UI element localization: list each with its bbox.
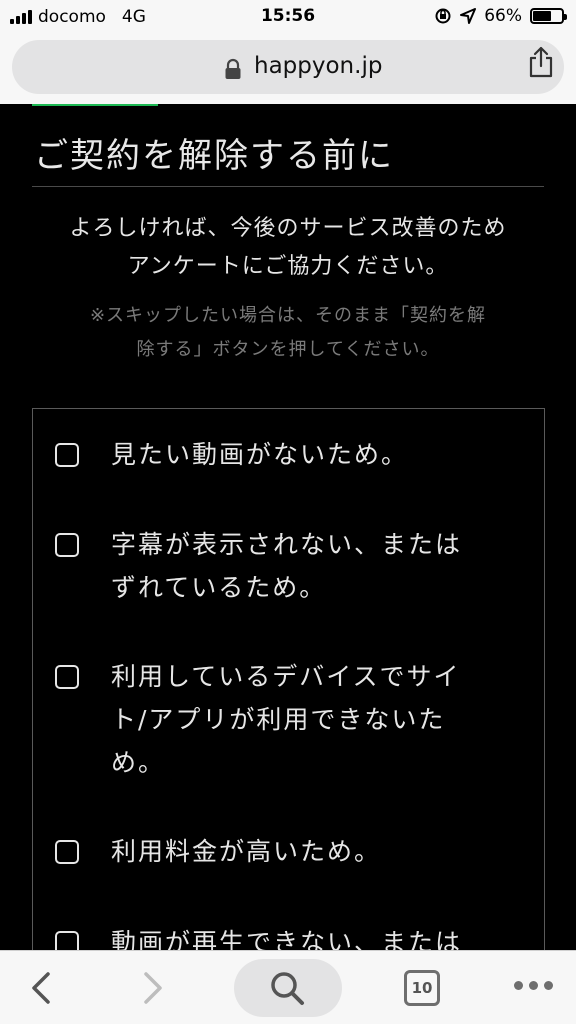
- browser-address-area: happyon.jp: [0, 34, 576, 104]
- option-label: 利用料金が高いため。: [111, 830, 511, 873]
- lock-icon: [225, 58, 241, 79]
- option-line: 字幕が表示されない、または: [111, 530, 463, 559]
- option-label: 見たい動画がないため。: [111, 433, 511, 476]
- checkbox[interactable]: [55, 443, 79, 467]
- accent-line: [32, 104, 158, 106]
- survey-options: 見たい動画がないため。 字幕が表示されない、または ずれているため。 利用してい…: [32, 408, 545, 950]
- battery-fill: [533, 11, 552, 21]
- status-right: 66%: [434, 6, 567, 26]
- tabs-icon[interactable]: 10: [404, 970, 440, 1006]
- checkbox[interactable]: [55, 665, 79, 689]
- battery-percent: 66%: [484, 6, 522, 26]
- option-line: 利用料金が高いため。: [111, 837, 382, 866]
- option-line: め。: [111, 748, 166, 777]
- skip-note: ※スキップしたい場合は、そのまま「契約を解 除する」ボタンを押してください。: [30, 299, 546, 367]
- page-title: ご契約を解除する前に: [34, 136, 394, 176]
- option-line: ト/アプリが利用できないた: [111, 705, 446, 734]
- option-line: 動画が再生できない、または: [111, 928, 463, 950]
- option-line: 見たい動画がないため。: [111, 440, 409, 469]
- note-line-2: 除する」ボタンを押してください。: [136, 339, 440, 360]
- option-line: ずれているため。: [111, 573, 327, 602]
- page-content: ご契約を解除する前に よろしければ、今後のサービス改善のため アンケートにご協力…: [0, 104, 576, 950]
- address-bar[interactable]: happyon.jp: [12, 40, 564, 94]
- checkbox[interactable]: [55, 931, 79, 950]
- share-icon[interactable]: [526, 46, 556, 78]
- survey-intro: よろしければ、今後のサービス改善のため アンケートにご協力ください。: [20, 210, 556, 286]
- battery-tip: [564, 14, 567, 20]
- orientation-lock-icon: [435, 8, 451, 24]
- intro-line-2: アンケートにご協力ください。: [127, 254, 449, 279]
- option-line: 利用しているデバイスでサイ: [111, 662, 461, 691]
- forward-icon[interactable]: [138, 971, 168, 1005]
- browser-toolbar: 10: [0, 950, 576, 1024]
- search-button[interactable]: [234, 959, 342, 1017]
- note-line-1: ※スキップしたい場合は、そのまま「契約を解: [89, 305, 487, 326]
- battery-icon: [530, 8, 567, 24]
- location-arrow-icon: [460, 8, 477, 24]
- checkbox[interactable]: [55, 840, 79, 864]
- screen: docomo 4G 15:56 66% happyon.jp ご契約を解除する前…: [0, 0, 576, 1024]
- option-label: 字幕が表示されない、または ずれているため。: [111, 523, 511, 609]
- more-icon[interactable]: [514, 981, 553, 990]
- status-bar: docomo 4G 15:56 66%: [0, 0, 576, 34]
- checkbox[interactable]: [55, 533, 79, 557]
- search-icon: [271, 972, 304, 1005]
- back-icon[interactable]: [26, 971, 56, 1005]
- url-domain: happyon.jp: [254, 53, 383, 79]
- option-label: 動画が再生できない、または: [111, 921, 511, 950]
- option-label: 利用しているデバイスでサイ ト/アプリが利用できないた め。: [111, 655, 511, 784]
- title-divider: [32, 186, 544, 187]
- intro-line-1: よろしければ、今後のサービス改善のため: [69, 216, 507, 241]
